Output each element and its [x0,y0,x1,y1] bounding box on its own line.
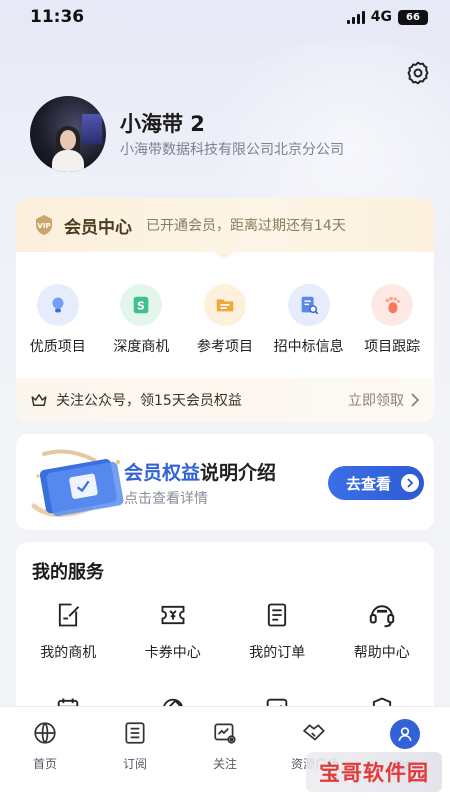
company-name: 小海带数据科技有限公司北京分公司 [120,142,344,158]
list-icon [121,719,149,747]
tab-label: 关注 [212,757,237,771]
vip-badge-icon: VIP [36,215,52,235]
service-my-opportunities[interactable]: 我的商机 [16,598,121,662]
service-my-orders[interactable]: 我的订单 [225,598,330,662]
feature-label: 招中标信息 [273,339,344,355]
status-bar: 11:36 4G 66 [0,0,450,34]
feature-project-tracking[interactable]: 项目跟踪 [350,284,434,356]
battery-icon: 66 [398,9,428,25]
service-label: 我的商机 [40,645,97,661]
view-button-label: 去查看 [346,474,392,493]
chevron-right-icon [411,393,420,407]
watermark: 宝哥软件园 [306,752,442,792]
feature-reference-projects[interactable]: 参考项目 [183,284,267,356]
member-center-header[interactable]: VIP 会员中心 已开通会员，距离过期还有14天 [16,198,434,260]
handshake-icon [301,719,329,747]
order-list-icon [260,598,294,632]
document-search-icon [287,284,330,326]
folder-icon [203,284,246,326]
feature-quality-projects[interactable]: 优质项目 [16,284,100,356]
headset-icon [365,598,399,632]
benefits-title: 会员权益说明介绍 [124,458,276,485]
lightbulb-icon [36,284,79,326]
services-row-1: 我的商机 卡券中心 我的订单 帮助中心 [16,598,434,662]
footprint-icon [371,284,414,326]
member-feature-row: 优质项目 S 深度商机 参考项目 招中标信息 项目跟踪 [16,284,434,356]
service-label: 帮助中心 [353,645,410,661]
tab-label: 订阅 [122,757,147,771]
claim-now-link[interactable]: 立即领取 [348,390,404,410]
view-benefits-button[interactable]: 去查看 [328,466,424,500]
svg-text:S: S [137,300,145,313]
feature-deep-opportunities[interactable]: S 深度商机 [100,284,184,356]
network-type: 4G [370,9,392,25]
avatar[interactable] [30,96,106,172]
dollar-s-icon: S [120,284,163,326]
feature-label: 项目跟踪 [364,339,421,355]
member-benefits-card[interactable]: 会员权益说明介绍 点击查看详情 去查看 [16,434,434,530]
promo-text: 关注公众号，领15天会员权益 [56,393,242,409]
tab-home[interactable]: 首页 [0,707,90,800]
member-center-title: 会员中心 [64,217,132,238]
membership-status: 已开通会员，距离过期还有14天 [146,218,346,234]
chevron-right-circle-icon [401,474,420,492]
chart-eye-icon [211,719,239,747]
user-icon [390,719,420,749]
tab-subscribe[interactable]: 订阅 [90,707,180,800]
feature-bidding-info[interactable]: 招中标信息 [267,284,351,356]
feature-label: 深度商机 [113,339,170,355]
service-coupon-center[interactable]: 卡券中心 [121,598,226,662]
services-title: 我的服务 [32,562,104,583]
benefits-title-highlight: 会员权益 [124,462,201,484]
service-label: 卡券中心 [144,645,201,661]
edit-note-icon [51,598,85,632]
service-label: 我的订单 [249,645,306,661]
tab-label: 首页 [32,757,57,771]
benefits-subtitle: 点击查看详情 [124,491,208,507]
service-help-center[interactable]: 帮助中心 [330,598,435,662]
membership-card-illustration [31,449,124,517]
follow-account-promo[interactable]: 关注公众号，领15天会员权益 立即领取 [16,378,434,422]
tab-follow[interactable]: 关注 [180,707,270,800]
coupon-icon [156,598,190,632]
signal-icon [346,10,365,24]
crown-icon [31,394,47,406]
feature-label: 参考项目 [196,339,253,355]
benefits-title-rest: 说明介绍 [200,462,277,484]
feature-label: 优质项目 [29,339,86,355]
user-name: 小海带 2 [120,112,205,136]
status-indicators: 4G 66 [346,9,428,25]
globe-icon [31,719,59,747]
settings-gear-icon[interactable] [405,60,431,86]
status-time: 11:36 [30,7,85,27]
svg-text:VIP: VIP [37,222,50,230]
member-center-card: VIP 会员中心 已开通会员，距离过期还有14天 优质项目 S 深度商机 参考项… [16,198,434,422]
